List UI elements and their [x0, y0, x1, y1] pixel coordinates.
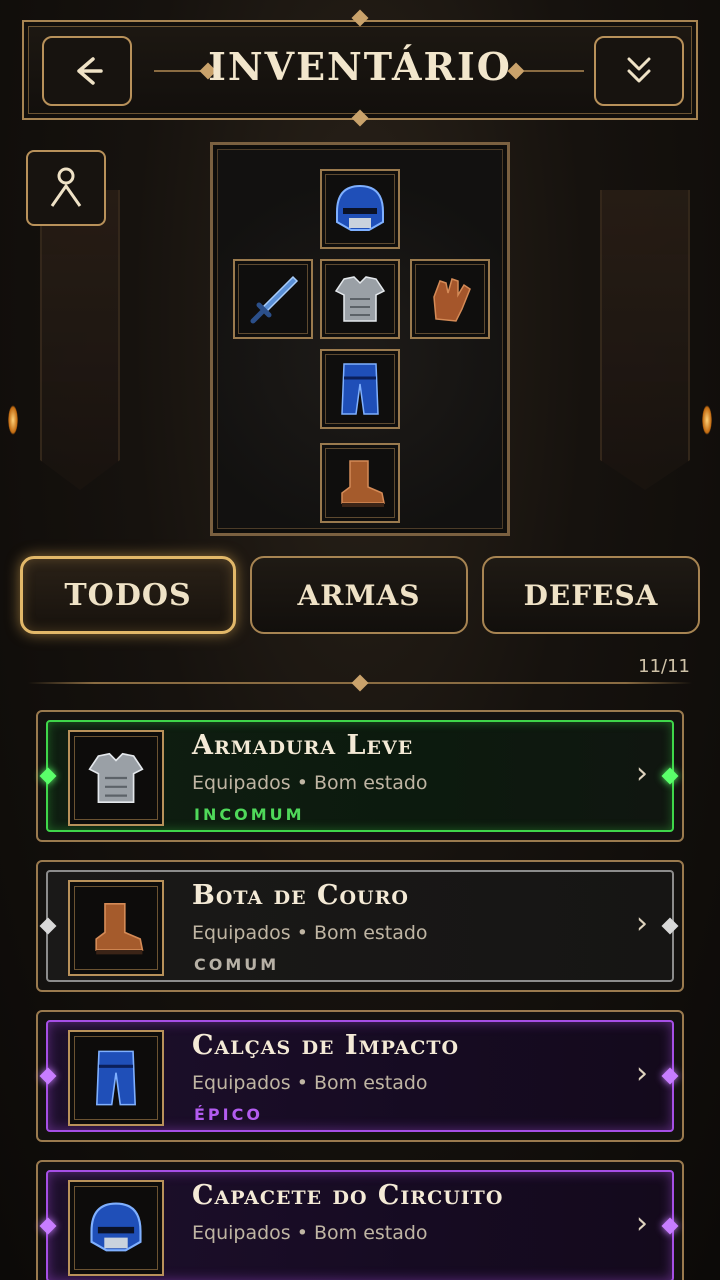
- divider-gem: [351, 674, 369, 692]
- helmet-icon: [336, 184, 384, 231]
- header-bar: INVENTÁRIO: [22, 20, 698, 120]
- tab-defesa-label: DEFESA: [523, 578, 659, 612]
- chevron-right-icon: ›: [636, 906, 648, 941]
- item-rarity: COMUM: [194, 955, 280, 974]
- item-condition: Bom estado: [313, 772, 428, 794]
- list-item[interactable]: Calças de Impacto Equipados • Bom estado…: [36, 1010, 684, 1142]
- equip-slot-weapon[interactable]: [233, 259, 313, 339]
- item-meta: Equipados • Bom estado: [192, 1222, 428, 1244]
- double-chevron-down-icon: [627, 57, 651, 83]
- item-rarity: INCOMUM: [194, 805, 305, 824]
- list-item[interactable]: Bota de Couro Equipados • Bom estado COM…: [36, 860, 684, 992]
- item-thumbnail: [68, 730, 164, 826]
- item-status: Equipados: [192, 1222, 291, 1244]
- page-title: INVENTÁRIO: [208, 44, 512, 89]
- helmet-icon: [90, 1202, 142, 1252]
- item-rarity: ÉPICO: [194, 1105, 263, 1124]
- item-name: Bota de Couro: [192, 880, 409, 911]
- item-condition: Bom estado: [313, 922, 428, 944]
- pants-icon: [96, 1050, 136, 1106]
- item-name: Calças de Impacto: [192, 1030, 460, 1061]
- collapse-button[interactable]: [594, 36, 684, 106]
- item-status: Equipados: [192, 922, 291, 944]
- pants-icon: [341, 363, 379, 415]
- torch-left: [8, 405, 18, 435]
- background-banner-right: [600, 190, 690, 490]
- chevron-right-icon: ›: [636, 756, 648, 791]
- character-profile-button[interactable]: [26, 150, 106, 226]
- equipment-panel: [210, 142, 510, 536]
- list-item[interactable]: Capacete do Circuito Equipados • Bom est…: [36, 1160, 684, 1280]
- torch-right: [702, 405, 712, 435]
- item-count: 11/11: [638, 656, 690, 677]
- equip-slot-chest[interactable]: [320, 259, 400, 339]
- item-name: Capacete do Circuito: [192, 1180, 504, 1211]
- back-button[interactable]: [42, 36, 132, 106]
- item-thumbnail: [68, 1180, 164, 1276]
- boot-icon: [341, 460, 385, 507]
- item-meta: Equipados • Bom estado: [192, 922, 428, 944]
- equip-slot-legs[interactable]: [320, 349, 400, 429]
- dagger-icon: [250, 275, 299, 324]
- tab-defesa[interactable]: DEFESA: [482, 556, 700, 634]
- arrow-left-icon: [77, 57, 103, 85]
- equip-slot-head[interactable]: [320, 169, 400, 249]
- equip-slot-feet[interactable]: [320, 443, 400, 523]
- item-thumbnail: [68, 1030, 164, 1126]
- tab-armas[interactable]: ARMAS: [250, 556, 468, 634]
- item-condition: Bom estado: [313, 1222, 428, 1244]
- tab-todos[interactable]: TODOS: [20, 556, 236, 634]
- header-ornament-right: [524, 70, 584, 72]
- character-icon: [50, 167, 82, 207]
- chest-armor-icon: [88, 752, 144, 804]
- chevron-right-icon: ›: [636, 1206, 648, 1241]
- glove-icon: [433, 278, 471, 322]
- equip-slot-hands[interactable]: [410, 259, 490, 339]
- item-meta: Equipados • Bom estado: [192, 772, 428, 794]
- chevron-right-icon: ›: [636, 1056, 648, 1091]
- boot-icon: [95, 902, 144, 955]
- item-condition: Bom estado: [313, 1072, 428, 1094]
- background-banner-left: [40, 190, 120, 490]
- item-meta: Equipados • Bom estado: [192, 1072, 428, 1094]
- tab-todos-label: TODOS: [64, 577, 192, 613]
- item-thumbnail: [68, 880, 164, 976]
- tab-armas-label: ARMAS: [297, 578, 421, 612]
- item-status: Equipados: [192, 772, 291, 794]
- chest-armor-icon: [334, 276, 386, 322]
- list-item[interactable]: Armadura Leve Equipados • Bom estado INC…: [36, 710, 684, 842]
- item-status: Equipados: [192, 1072, 291, 1094]
- item-name: Armadura Leve: [192, 730, 414, 761]
